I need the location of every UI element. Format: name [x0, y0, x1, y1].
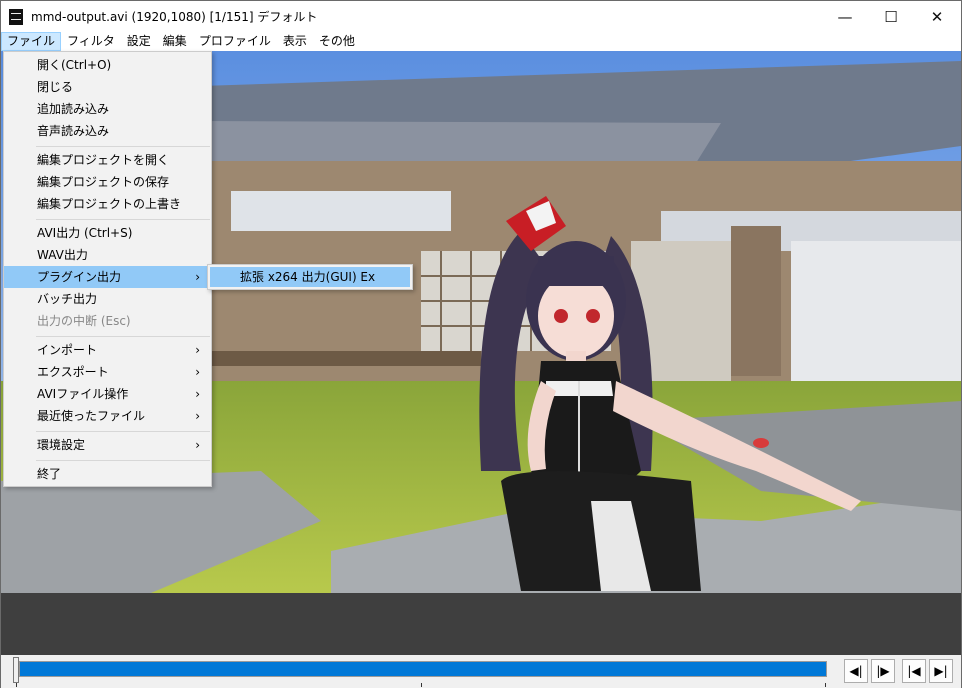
- menu-item-label: 音声読み込み: [37, 124, 110, 138]
- chevron-right-icon: ›: [195, 343, 200, 357]
- menu-item-label: WAV出力: [37, 248, 88, 262]
- plugin-output-submenu: 拡張 x264 出力(GUI) Ex: [207, 264, 413, 290]
- menu-edit[interactable]: 編集: [157, 32, 193, 51]
- menu-item-exit[interactable]: 終了: [4, 463, 211, 485]
- chevron-right-icon: ›: [195, 409, 200, 423]
- menu-item-label: AVIファイル操作: [37, 387, 129, 401]
- menu-item-label: 編集プロジェクトを開く: [37, 153, 170, 167]
- last-frame-button[interactable]: ▶|: [929, 659, 953, 683]
- menu-item-avi-file-ops[interactable]: AVIファイル操作 ›: [4, 383, 211, 405]
- menu-other[interactable]: その他: [313, 32, 361, 51]
- menu-item-label: インポート: [37, 343, 98, 357]
- chevron-right-icon: ›: [195, 270, 200, 284]
- menu-item-label: 編集プロジェクトの上書き: [37, 197, 182, 211]
- menu-item-label: エクスポート: [37, 365, 109, 379]
- tick-mark: [421, 683, 422, 687]
- menu-item-open-project[interactable]: 編集プロジェクトを開く: [4, 149, 211, 171]
- seek-slider-thumb[interactable]: [13, 657, 19, 683]
- prev-frame-button[interactable]: ◀|: [844, 659, 868, 683]
- close-button[interactable]: ✕: [914, 1, 960, 32]
- menu-item-label: AVI出力 (Ctrl+S): [37, 226, 133, 240]
- menu-item-export[interactable]: エクスポート ›: [4, 361, 211, 383]
- timeline-bar: ◀| |▶ |◀ ▶|: [1, 655, 961, 688]
- menu-item-audio-load[interactable]: 音声読み込み: [4, 120, 211, 142]
- menu-separator: [36, 146, 210, 147]
- menu-item-label: 編集プロジェクトの保存: [37, 175, 170, 189]
- menu-separator: [36, 219, 210, 220]
- menu-item-label: プラグイン出力: [37, 270, 122, 284]
- title-bar: mmd-output.avi (1920,1080) [1/151] デフォルト…: [1, 1, 961, 32]
- menu-profile[interactable]: プロファイル: [193, 32, 277, 51]
- menu-item-recent-files[interactable]: 最近使ったファイル ›: [4, 405, 211, 427]
- app-window: mmd-output.avi (1920,1080) [1/151] デフォルト…: [0, 0, 962, 688]
- menu-filter[interactable]: フィルタ: [61, 32, 121, 51]
- first-frame-button[interactable]: |◀: [902, 659, 926, 683]
- menu-item-label: バッチ出力: [37, 292, 98, 306]
- menu-item-add-load[interactable]: 追加読み込み: [4, 98, 211, 120]
- menu-item-open[interactable]: 開く(Ctrl+O): [4, 54, 211, 76]
- film-icon: [9, 9, 23, 25]
- menu-bar: ファイル フィルタ 設定 編集 プロファイル 表示 その他: [1, 32, 961, 51]
- menu-separator: [36, 431, 210, 432]
- window-title: mmd-output.avi (1920,1080) [1/151] デフォルト: [31, 10, 318, 24]
- menu-item-plugin-output[interactable]: プラグイン出力 ›: [4, 266, 211, 288]
- menu-item-avi-output[interactable]: AVI出力 (Ctrl+S): [4, 222, 211, 244]
- menu-item-overwrite-project[interactable]: 編集プロジェクトの上書き: [4, 193, 211, 215]
- menu-item-label: 閉じる: [37, 80, 74, 94]
- maximize-button[interactable]: ☐: [868, 1, 914, 32]
- menu-item-preferences[interactable]: 環境設定 ›: [4, 434, 211, 456]
- menu-item-abort-output: 出力の中断 (Esc): [4, 310, 211, 332]
- chevron-right-icon: ›: [195, 438, 200, 452]
- file-menu-dropdown: 開く(Ctrl+O) 閉じる 追加読み込み 音声読み込み 編集プロジェクトを開く…: [3, 51, 212, 487]
- menu-item-batch-output[interactable]: バッチ出力: [4, 288, 211, 310]
- preview-background: [1, 593, 961, 655]
- submenu-item-x264-output[interactable]: 拡張 x264 出力(GUI) Ex: [210, 267, 410, 287]
- tick-mark: [16, 683, 17, 687]
- next-frame-button[interactable]: |▶: [871, 659, 895, 683]
- menu-file[interactable]: ファイル: [1, 32, 62, 51]
- menu-item-label: 開く(Ctrl+O): [37, 58, 112, 72]
- menu-item-import[interactable]: インポート ›: [4, 339, 211, 361]
- menu-separator: [36, 336, 210, 337]
- seek-track[interactable]: [19, 661, 827, 677]
- menu-view[interactable]: 表示: [277, 32, 313, 51]
- menu-item-wav-output[interactable]: WAV出力: [4, 244, 211, 266]
- menu-item-close[interactable]: 閉じる: [4, 76, 211, 98]
- menu-item-label: 環境設定: [37, 438, 86, 452]
- minimize-button[interactable]: —: [822, 1, 868, 32]
- menu-item-label: 最近使ったファイル: [37, 409, 146, 423]
- tick-mark: [825, 683, 826, 687]
- menu-item-label: 出力の中断 (Esc): [37, 314, 131, 328]
- menu-item-label: 終了: [37, 467, 62, 481]
- menu-item-label: 追加読み込み: [37, 102, 110, 116]
- menu-separator: [36, 460, 210, 461]
- menu-item-save-project[interactable]: 編集プロジェクトの保存: [4, 171, 211, 193]
- chevron-right-icon: ›: [195, 365, 200, 379]
- chevron-right-icon: ›: [195, 387, 200, 401]
- menu-settings[interactable]: 設定: [121, 32, 157, 51]
